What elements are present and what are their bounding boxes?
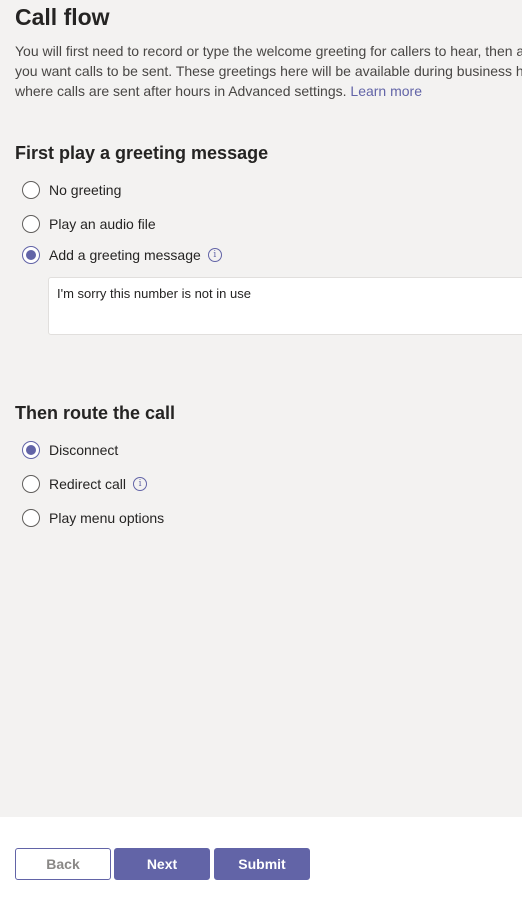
radio-play-audio-file[interactable]: Play an audio file	[22, 214, 156, 234]
call-flow-panel: Call flow You will first need to record …	[0, 0, 522, 817]
radio-add-greeting-message[interactable]: Add a greeting message i	[22, 245, 222, 265]
radio-label: Play an audio file	[49, 216, 156, 232]
info-icon[interactable]: i	[207, 248, 222, 262]
route-section-title: Then route the call	[15, 403, 176, 423]
description-line: you want calls to be sent. These greetin…	[15, 63, 522, 79]
greeting-section-title: First play a greeting message	[15, 143, 269, 163]
next-button[interactable]: Next	[114, 848, 210, 880]
radio-play-menu-options[interactable]: Play menu options	[22, 508, 164, 528]
radio-button[interactable]	[22, 509, 40, 527]
radio-button[interactable]	[22, 215, 40, 233]
greeting-message-input[interactable]: I'm sorry this number is not in use	[48, 277, 522, 335]
description-line: where calls are sent after hours in Adva…	[15, 81, 522, 101]
submit-button[interactable]: Submit	[214, 848, 310, 880]
radio-label: No greeting	[49, 182, 122, 198]
radio-label: Disconnect	[49, 442, 119, 458]
radio-button[interactable]	[22, 181, 40, 199]
radio-label: Add a greeting message	[49, 247, 201, 263]
radio-button-selected[interactable]	[22, 441, 40, 459]
description-text: where calls are sent after hours in Adva…	[15, 83, 347, 99]
radio-disconnect[interactable]: Disconnect	[22, 440, 118, 460]
radio-button[interactable]	[22, 475, 40, 493]
page-title: Call flow	[15, 4, 110, 30]
radio-no-greeting[interactable]: No greeting	[22, 180, 121, 200]
radio-redirect-call[interactable]: Redirect call i	[22, 474, 148, 494]
info-icon[interactable]: i	[133, 477, 148, 491]
radio-button-selected[interactable]	[22, 246, 40, 264]
description-line: You will first need to record or type th…	[15, 43, 522, 59]
radio-label: Redirect call	[49, 476, 127, 492]
learn-more-link[interactable]: Learn more	[350, 83, 422, 99]
page-description: You will first need to record or type th…	[15, 41, 522, 101]
back-button[interactable]: Back	[15, 848, 111, 880]
radio-label: Play menu options	[49, 510, 165, 526]
page: Call flow You will first need to record …	[0, 0, 522, 898]
